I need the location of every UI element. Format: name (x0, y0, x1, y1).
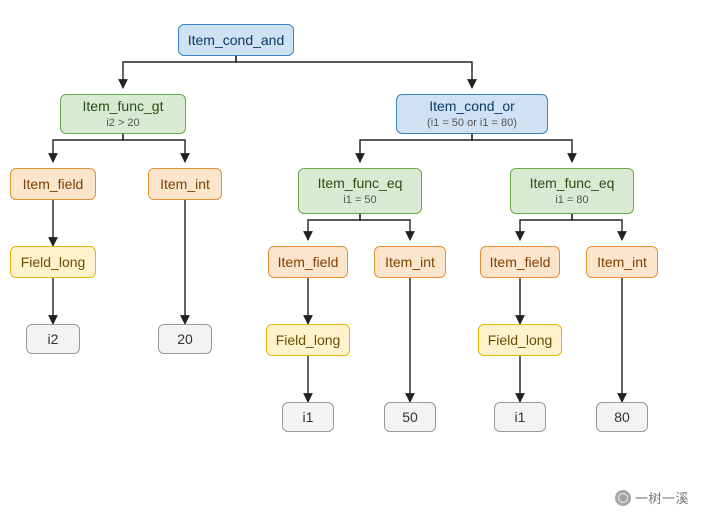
leaf-i2: i2 (26, 324, 80, 354)
label: Item_int (385, 254, 435, 271)
node-item-field-eq2: Item_field (480, 246, 560, 278)
watermark-text: 一树一溪 (635, 488, 689, 507)
sublabel: (i1 = 50 or i1 = 80) (427, 117, 517, 130)
label: Item_int (160, 176, 210, 193)
label: Item_field (490, 254, 551, 271)
node-field-long-eq1: Field_long (266, 324, 350, 356)
node-func-eq-1: Item_func_eq i1 = 50 (298, 168, 422, 214)
node-field-long-l: Field_long (10, 246, 96, 278)
node-field-long-eq2: Field_long (478, 324, 562, 356)
label: Item_field (23, 176, 84, 193)
node-func-eq-2: Item_func_eq i1 = 80 (510, 168, 634, 214)
node-item-field-eq1: Item_field (268, 246, 348, 278)
leaf-eq2-i1: i1 (494, 402, 546, 432)
label: Field_long (21, 254, 86, 271)
label: Item_field (278, 254, 339, 271)
node-cond-or: Item_cond_or (i1 = 50 or i1 = 80) (396, 94, 548, 134)
node-func-gt: Item_func_gt i2 > 20 (60, 94, 186, 134)
label: Item_cond_and (188, 32, 285, 49)
label: Field_long (276, 332, 341, 349)
node-item-int-eq2: Item_int (586, 246, 658, 278)
label: Item_func_eq (530, 175, 615, 192)
leaf-20: 20 (158, 324, 212, 354)
leaf-eq2-80: 80 (596, 402, 648, 432)
node-item-int-l: Item_int (148, 168, 222, 200)
watermark-icon (615, 490, 631, 506)
leaf-eq1-i1: i1 (282, 402, 334, 432)
node-root-and: Item_cond_and (178, 24, 294, 56)
label: 80 (614, 409, 630, 426)
leaf-eq1-50: 50 (384, 402, 436, 432)
sublabel: i1 = 80 (555, 194, 588, 207)
label: i1 (515, 409, 526, 426)
label: Item_int (597, 254, 647, 271)
label: 50 (402, 409, 418, 426)
label: Item_func_eq (318, 175, 403, 192)
watermark: 一树一溪 (615, 488, 689, 507)
node-item-int-eq1: Item_int (374, 246, 446, 278)
node-item-field-l: Item_field (10, 168, 96, 200)
label: Item_cond_or (429, 98, 515, 115)
label: Field_long (488, 332, 553, 349)
label: i1 (303, 409, 314, 426)
label: 20 (177, 331, 193, 348)
label: i2 (48, 331, 59, 348)
sublabel: i2 > 20 (106, 117, 139, 130)
sublabel: i1 = 50 (343, 194, 376, 207)
label: Item_func_gt (83, 98, 164, 115)
